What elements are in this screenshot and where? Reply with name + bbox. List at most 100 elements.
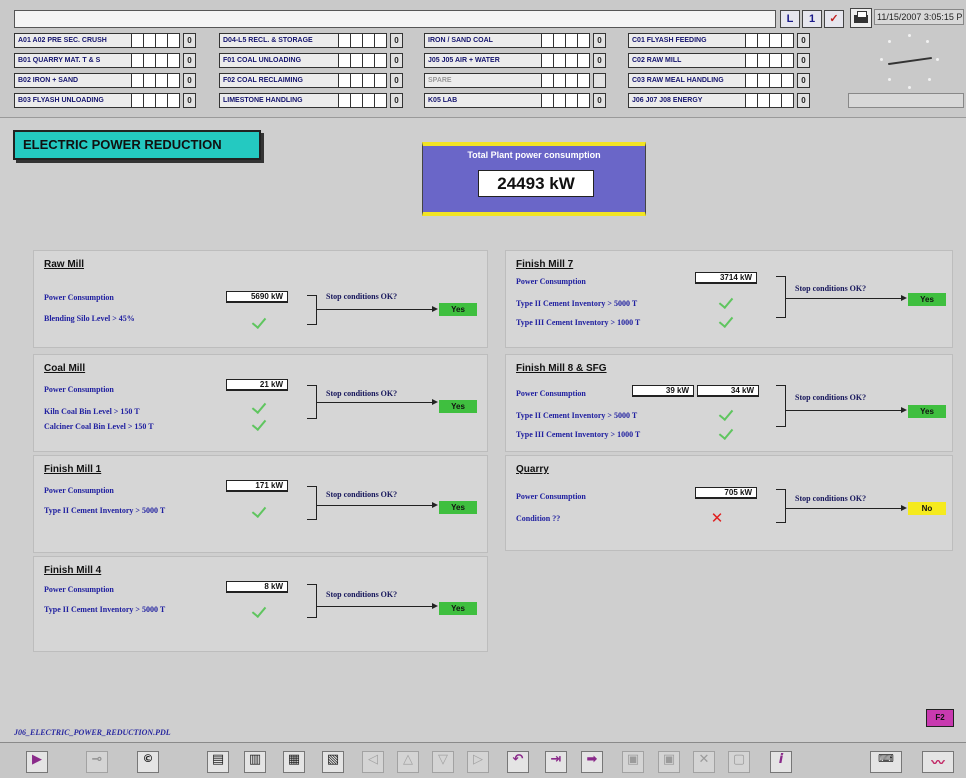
- area-label[interactable]: K05 LAB: [424, 93, 542, 108]
- status-cell: [132, 53, 144, 68]
- condition-label: Type II Cement Inventory > 5000 T: [516, 299, 638, 308]
- power-label: Power Consumption: [516, 389, 586, 398]
- area-label[interactable]: C02 RAW MILL: [628, 53, 746, 68]
- area-nav-row[interactable]: K05 LAB 0: [424, 93, 606, 108]
- area-nav-row[interactable]: IRON / SAND COAL 0: [424, 33, 606, 48]
- area-nav-row[interactable]: B01 QUARRY MAT. T & S 0: [14, 53, 196, 68]
- check-icon: [718, 295, 734, 307]
- nav-right-icon: ▷: [467, 751, 489, 773]
- area-nav-row[interactable]: C03 RAW MEAL HANDLING 0: [628, 73, 810, 88]
- area-label[interactable]: F01 COAL UNLOADING: [219, 53, 339, 68]
- power-value: 171 kW: [226, 480, 288, 492]
- status-cell: [746, 33, 758, 48]
- area-label[interactable]: LIMESTONE HANDLING: [219, 93, 339, 108]
- area-label[interactable]: J06 J07 J08 ENERGY: [628, 93, 746, 108]
- area-nav-row[interactable]: F01 COAL UNLOADING 0: [219, 53, 403, 68]
- power-label: Power Consumption: [44, 385, 114, 394]
- area-nav-row[interactable]: D04-L5 RECL. & STORAGE 0: [219, 33, 403, 48]
- area-nav-row[interactable]: C01 FLYASH FEEDING 0: [628, 33, 810, 48]
- status-cell: [339, 53, 351, 68]
- status-cell: [363, 53, 375, 68]
- area-label[interactable]: B02 IRON + SAND: [14, 73, 132, 88]
- area-label[interactable]: B01 QUARRY MAT. T & S: [14, 53, 132, 68]
- area-label[interactable]: IRON / SAND COAL: [424, 33, 542, 48]
- status-cell: [144, 73, 156, 88]
- area-label[interactable]: C01 FLYASH FEEDING: [628, 33, 746, 48]
- cross-icon: ✕: [710, 509, 724, 527]
- doc-icon: ▣: [622, 751, 644, 773]
- one-button[interactable]: 1: [802, 10, 822, 28]
- power-value: 8 kW: [226, 581, 288, 593]
- jump-button[interactable]: 0: [183, 33, 196, 48]
- status-cell: [156, 33, 168, 48]
- acknowledge-button[interactable]: ✓: [824, 10, 844, 28]
- status-cell: [578, 33, 590, 48]
- forward-icon[interactable]: ⇥: [545, 751, 567, 773]
- area-nav-row[interactable]: F02 COAL RECLAIMING 0: [219, 73, 403, 88]
- nav-left-icon: ◁: [362, 751, 384, 773]
- panel-title: Finish Mill 4: [44, 565, 102, 576]
- area-nav-row[interactable]: B03 FLYASH UNLOADING 0: [14, 93, 196, 108]
- area-nav-row[interactable]: SPARE: [424, 73, 606, 88]
- undo-icon[interactable]: ↶: [507, 751, 529, 773]
- jump-button[interactable]: 0: [797, 53, 810, 68]
- jump-button[interactable]: 0: [390, 53, 403, 68]
- panel-title: Finish Mill 1: [44, 464, 102, 475]
- area-nav-row[interactable]: J06 J07 J08 ENERGY 0: [628, 93, 810, 108]
- total-power-panel: Total Plant power consumption 24493 kW: [422, 142, 646, 216]
- printer-icon[interactable]: [850, 8, 872, 28]
- jump-button[interactable]: 0: [390, 93, 403, 108]
- status-cell: [375, 93, 387, 108]
- status-indicator: Yes: [439, 400, 477, 413]
- windows-icon[interactable]: ▧: [322, 751, 344, 773]
- area-label[interactable]: C03 RAW MEAL HANDLING: [628, 73, 746, 88]
- area-label[interactable]: F02 COAL RECLAIMING: [219, 73, 339, 88]
- date-time: 11/15/2007 3:05:15 PM: [874, 9, 964, 25]
- stack-icon[interactable]: ▤: [207, 751, 229, 773]
- bracket-line: [307, 295, 317, 325]
- jump-button[interactable]: 0: [593, 53, 606, 68]
- area-nav-row[interactable]: J05 J05 AIR + WATER 0: [424, 53, 606, 68]
- jump-button[interactable]: 0: [183, 53, 196, 68]
- status-indicator: Yes: [439, 303, 477, 316]
- jump-button[interactable]: 0: [183, 93, 196, 108]
- keyboard-icon[interactable]: ⌨: [870, 751, 902, 773]
- area-nav-row[interactable]: A01 A02 PRE SEC. CRUSH 0: [14, 33, 196, 48]
- area-nav-row[interactable]: LIMESTONE HANDLING 0: [219, 93, 403, 108]
- jump-button[interactable]: 0: [593, 33, 606, 48]
- jump-button[interactable]: 0: [593, 93, 606, 108]
- area-label[interactable]: B03 FLYASH UNLOADING: [14, 93, 132, 108]
- finish-mill-8-panel: Finish Mill 8 & SFG Power Consumption Ty…: [505, 354, 953, 452]
- jump-button[interactable]: 0: [797, 73, 810, 88]
- f2-button[interactable]: F2: [926, 709, 954, 727]
- arrow-icon: [901, 295, 907, 301]
- check-icon: [251, 604, 267, 616]
- status-cell: [168, 73, 180, 88]
- login-button[interactable]: L: [780, 10, 800, 28]
- status-cell: [770, 33, 782, 48]
- bracket-line: [776, 489, 786, 523]
- next-icon[interactable]: ➡: [581, 751, 603, 773]
- trend-icon[interactable]: 〰: [922, 751, 954, 773]
- jump-button[interactable]: 0: [797, 93, 810, 108]
- jump-button[interactable]: 0: [390, 73, 403, 88]
- area-nav-row[interactable]: B02 IRON + SAND 0: [14, 73, 196, 88]
- status-cell: [351, 73, 363, 88]
- window-icon[interactable]: ▦: [283, 751, 305, 773]
- jump-button[interactable]: 0: [183, 73, 196, 88]
- panel-title: Finish Mill 7: [516, 259, 574, 270]
- play-icon[interactable]: ▶: [26, 751, 48, 773]
- arrow-line: [786, 508, 903, 509]
- jump-button[interactable]: 0: [797, 33, 810, 48]
- area-label[interactable]: D04-L5 RECL. & STORAGE: [219, 33, 339, 48]
- area-label[interactable]: A01 A02 PRE SEC. CRUSH: [14, 33, 132, 48]
- status-cell: [156, 53, 168, 68]
- screen-icon: ▢: [728, 751, 750, 773]
- arrow-icon: [432, 306, 438, 312]
- area-label[interactable]: J05 J05 AIR + WATER: [424, 53, 542, 68]
- copy-icon[interactable]: ©: [137, 751, 159, 773]
- area-nav-row[interactable]: C02 RAW MILL 0: [628, 53, 810, 68]
- info-icon[interactable]: i: [770, 751, 792, 773]
- chart-icon[interactable]: ▥: [244, 751, 266, 773]
- jump-button[interactable]: 0: [390, 33, 403, 48]
